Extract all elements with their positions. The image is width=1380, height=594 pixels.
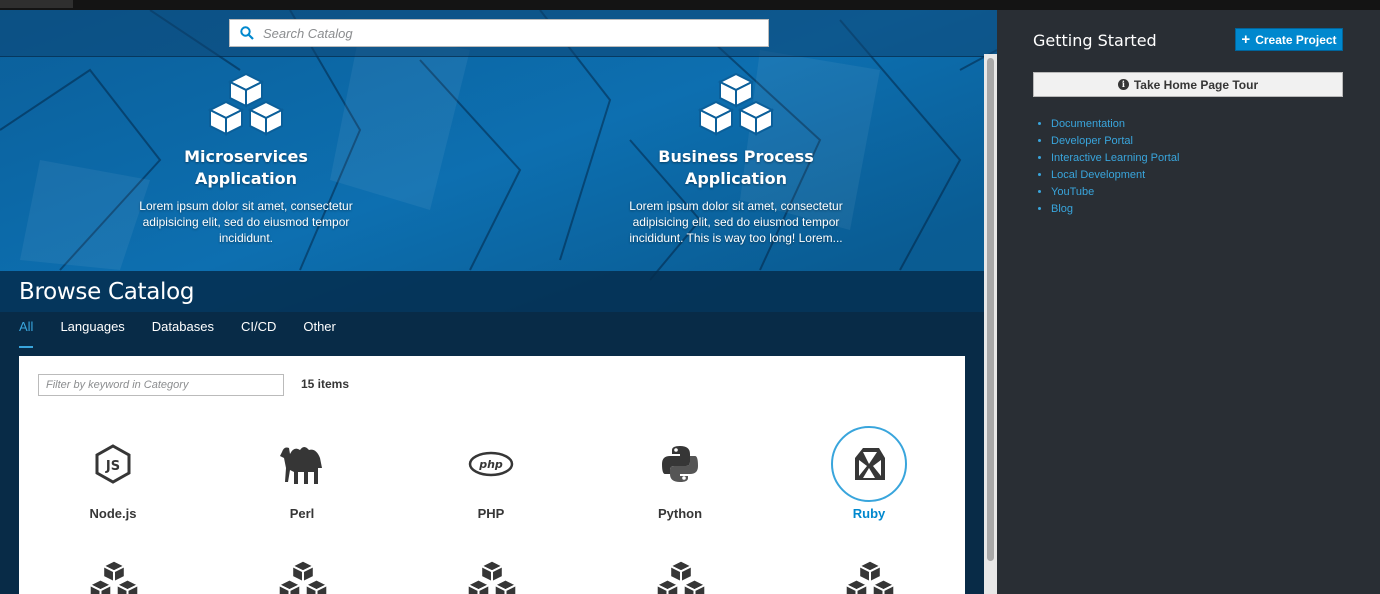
catalog-item-nodejs[interactable]: JS Node.js	[38, 426, 188, 521]
nodejs-icon: JS	[95, 444, 131, 484]
feature-microservices[interactable]: Microservices Application Lorem ipsum do…	[131, 72, 361, 246]
item-label: PHP	[477, 506, 505, 521]
top-bar-tab[interactable]	[0, 0, 73, 8]
item-label: Perl	[289, 506, 315, 521]
cubes-icon	[465, 559, 519, 594]
list-item: Documentation	[1051, 116, 1179, 133]
item-label: Node.js	[89, 506, 137, 521]
sidebar-title: Getting Started	[1033, 31, 1157, 50]
item-label: Ruby	[852, 506, 886, 521]
search-box[interactable]	[229, 19, 769, 47]
catalog-item-php[interactable]: php PHP	[416, 426, 566, 521]
list-item: Developer Portal	[1051, 133, 1179, 150]
camel-icon	[280, 447, 322, 484]
create-project-label: Create Project	[1255, 32, 1337, 47]
cubes-icon	[654, 559, 708, 594]
item-label: Python	[657, 506, 703, 521]
link-developer-portal[interactable]: Developer Portal	[1051, 135, 1133, 147]
cubes-icon	[87, 559, 141, 594]
cubes-icon	[276, 559, 330, 594]
python-icon	[662, 446, 698, 482]
link-blog[interactable]: Blog	[1051, 203, 1073, 215]
feature-title: Business Process Application	[658, 147, 814, 188]
info-icon: i	[1117, 79, 1129, 90]
create-project-button[interactable]: + Create Project	[1235, 28, 1343, 51]
php-icon: php	[468, 451, 514, 477]
catalog-panel: Microservices Application Lorem ipsum do…	[0, 10, 997, 594]
search-strip	[0, 10, 997, 57]
catalog-item-ruby[interactable]: Ruby	[794, 426, 944, 521]
feature-title: Microservices Application	[184, 147, 308, 188]
category-tabs: All Languages Databases CI/CD Other	[19, 319, 363, 348]
tab-all[interactable]: All	[19, 319, 34, 348]
filter-input[interactable]: Filter by keyword in Category	[38, 374, 284, 396]
tab-other[interactable]: Other	[303, 319, 336, 348]
link-local-development[interactable]: Local Development	[1051, 169, 1145, 181]
take-tour-button[interactable]: i Take Home Page Tour	[1033, 72, 1343, 97]
cubes-icon	[697, 72, 775, 136]
svg-text:JS: JS	[105, 459, 120, 474]
list-item: Blog	[1051, 201, 1179, 218]
list-item: YouTube	[1051, 184, 1179, 201]
list-item: Interactive Learning Portal	[1051, 150, 1179, 167]
take-tour-label: Take Home Page Tour	[1133, 77, 1259, 92]
feature-description: Lorem ipsum dolor sit amet, consectetur …	[139, 199, 353, 245]
cubes-icon	[843, 559, 897, 594]
catalog-item-python[interactable]: Python	[605, 426, 755, 521]
browse-title: Browse Catalog	[19, 279, 195, 305]
scrollbar-thumb[interactable]	[987, 58, 994, 561]
tab-languages[interactable]: Languages	[60, 319, 124, 348]
search-input[interactable]	[263, 25, 743, 41]
plus-icon: +	[1241, 31, 1251, 48]
resource-links: Documentation Developer Portal Interacti…	[1051, 116, 1179, 218]
list-item: Local Development	[1051, 167, 1179, 184]
feature-business-process[interactable]: Business Process Application Lorem ipsum…	[620, 72, 852, 246]
tab-ci-cd[interactable]: CI/CD	[241, 319, 276, 348]
link-youtube[interactable]: YouTube	[1051, 186, 1094, 198]
feature-description: Lorem ipsum dolor sit amet, consectetur …	[629, 199, 843, 245]
ruby-gem-icon	[855, 448, 885, 480]
catalog-item-perl[interactable]: Perl	[227, 426, 377, 521]
link-documentation[interactable]: Documentation	[1051, 118, 1125, 130]
getting-started-panel: Getting Started + Create Project i Take …	[997, 10, 1380, 594]
cubes-icon	[207, 72, 285, 136]
catalog-card: Filter by keyword in Category 15 items J…	[19, 356, 965, 594]
scrollbar[interactable]	[984, 54, 997, 594]
item-count: 15 items	[301, 377, 350, 391]
link-interactive-learning[interactable]: Interactive Learning Portal	[1051, 152, 1179, 164]
svg-text:php: php	[478, 458, 503, 471]
search-icon	[240, 26, 254, 40]
top-bar	[0, 0, 1380, 10]
tab-databases[interactable]: Databases	[152, 319, 214, 348]
